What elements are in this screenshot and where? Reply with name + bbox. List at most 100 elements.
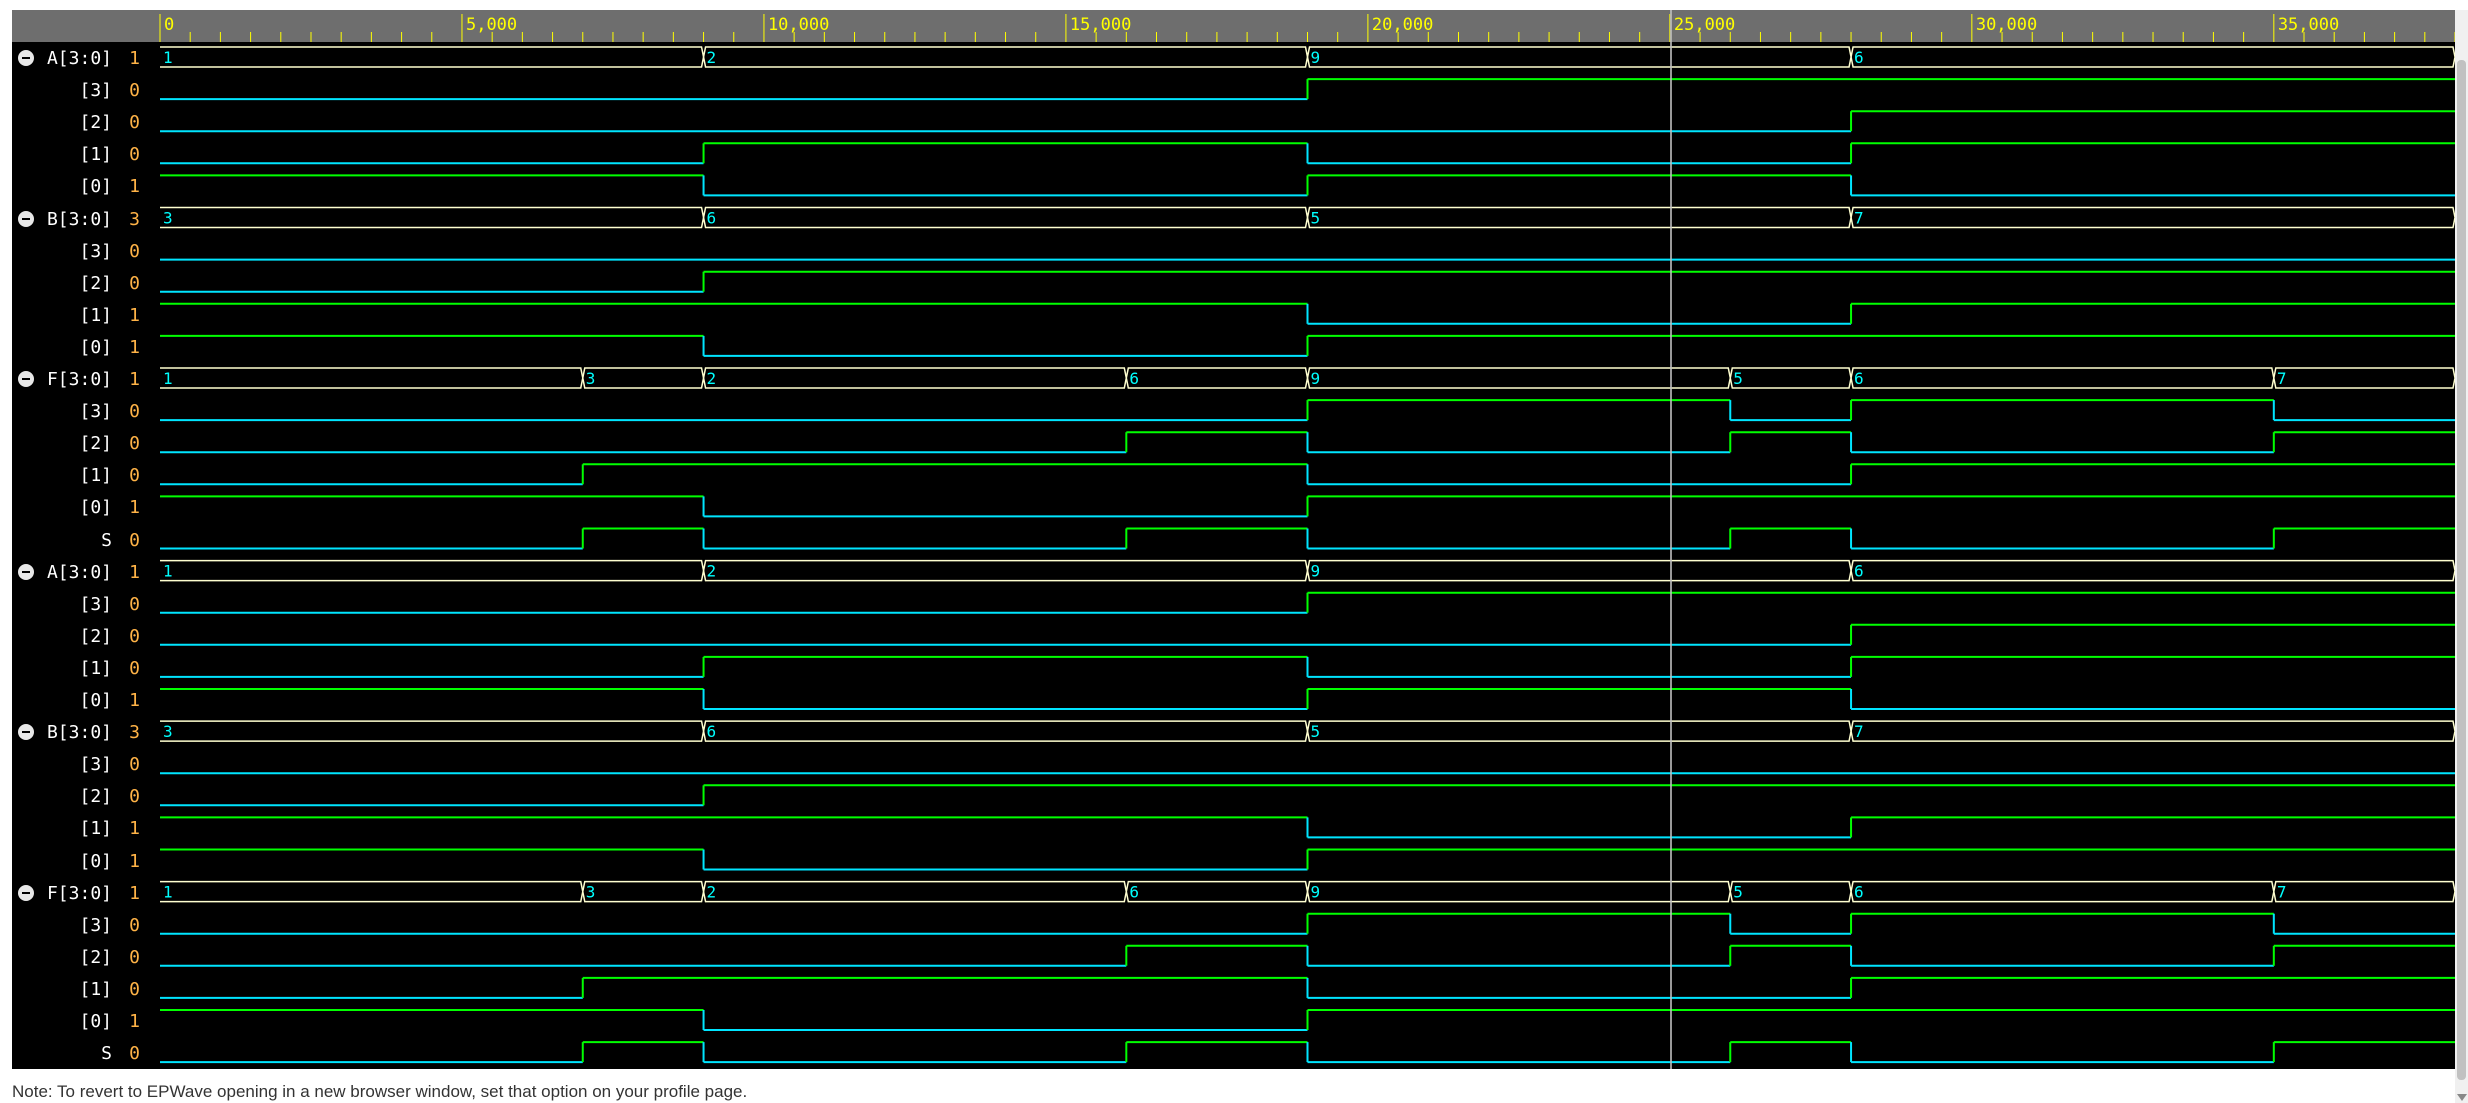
scrollbar-thumb[interactable] xyxy=(2457,60,2466,1080)
bus-value-label: 6 xyxy=(1854,369,1864,388)
signal-name: A[3:0] xyxy=(46,561,112,583)
time-ruler-axis: 0 5,000 10,000 15,000 20,000 25,000 30,000 35,0… xyxy=(159,14,2455,42)
signal-group-row[interactable]: A[3:0] 1 xyxy=(12,556,152,588)
signal-name: [0] xyxy=(79,497,112,519)
signal-row[interactable]: [2] 0 xyxy=(12,267,152,299)
signal-value: 0 xyxy=(129,529,140,551)
signal-row[interactable]: S0 xyxy=(12,524,152,556)
signal-value: 0 xyxy=(129,433,140,455)
bus-value-label: 1 xyxy=(163,48,173,67)
vertical-scrollbar[interactable] xyxy=(2455,10,2468,1103)
signal-row[interactable]: [0] 1 xyxy=(12,331,152,363)
signal-row[interactable]: [2] 0 xyxy=(12,106,152,138)
signal-group-row[interactable]: A[3:0] 1 xyxy=(12,42,152,74)
signal-row[interactable]: [3] 0 xyxy=(12,74,152,106)
signal-name: [2] xyxy=(79,433,112,455)
signal-name: [2] xyxy=(79,112,112,134)
signal-group-row[interactable]: B[3:0] 3 xyxy=(12,203,152,235)
waveform-canvas[interactable]: 1 2 9 63 6 5 71 3 2 6 9 5 6 71 2 9 63 6 5 71 3 2 6 9 5 6 7 xyxy=(160,42,2455,1069)
wave-row xyxy=(160,655,2455,678)
wave-row xyxy=(160,527,2455,550)
signal-row[interactable]: [0] 1 xyxy=(12,1005,152,1037)
signal-value: 1 xyxy=(129,850,140,872)
signal-row[interactable]: [0] 1 xyxy=(12,491,152,523)
wave-row xyxy=(160,1009,2455,1031)
signal-value: 0 xyxy=(129,978,140,1000)
signal-row[interactable]: [2] 0 xyxy=(12,941,152,973)
signal-name: B[3:0] xyxy=(46,208,112,230)
signal-row[interactable]: [1] 1 xyxy=(12,299,152,331)
ruler-label: 35,000 xyxy=(2278,15,2339,35)
signal-row[interactable]: [3] 0 xyxy=(12,588,152,620)
collapse-minus-icon[interactable] xyxy=(18,884,34,901)
wave-row: 1296 xyxy=(160,559,2455,582)
bus-value-label: 2 xyxy=(707,562,717,581)
signal-row[interactable]: [1] 0 xyxy=(12,652,152,684)
signal-row[interactable]: [0] 1 xyxy=(12,684,152,716)
bus-segment xyxy=(702,880,1128,903)
waveform-viewer[interactable]: 0 5,000 10,000 15,000 20,000 25,000 30,000 35,0… xyxy=(12,10,2455,1069)
signal-row[interactable]: [0] 1 xyxy=(12,170,152,202)
signal-value: 0 xyxy=(129,914,140,936)
signal-group-row[interactable]: F[3:0] 1 xyxy=(12,363,152,395)
signal-row[interactable]: [2] 0 xyxy=(12,780,152,812)
signal-name: [0] xyxy=(79,176,112,198)
bus-segment xyxy=(160,46,705,68)
signal-value: 0 xyxy=(129,593,140,615)
signal-row[interactable]: S0 xyxy=(12,1037,152,1069)
collapse-minus-icon[interactable] xyxy=(18,563,34,580)
time-ruler[interactable]: 0 5,000 10,000 15,000 20,000 25,000 30,000 35,0… xyxy=(12,10,2455,42)
wave-row xyxy=(160,495,2455,518)
signal-name: [1] xyxy=(79,657,112,679)
signal-row[interactable]: [3] 0 xyxy=(12,909,152,941)
signal-value: 1 xyxy=(129,561,140,583)
signal-row[interactable]: [1] 0 xyxy=(12,459,152,491)
collapse-minus-icon[interactable] xyxy=(18,210,34,227)
signal-value: 0 xyxy=(129,946,140,968)
collapse-minus-icon[interactable] xyxy=(18,724,34,741)
signal-row[interactable]: [3] 0 xyxy=(12,748,152,780)
signal-value: 0 xyxy=(129,401,140,423)
signal-row[interactable]: [3] 0 xyxy=(12,235,152,267)
signal-name: [3] xyxy=(79,754,112,776)
collapse-minus-icon[interactable] xyxy=(18,50,34,66)
bus-segment xyxy=(1125,880,1309,903)
signal-row[interactable]: [2] 0 xyxy=(12,620,152,652)
bus-segment xyxy=(582,367,705,389)
signal-value: 0 xyxy=(129,625,140,647)
signal-row[interactable]: [3] 0 xyxy=(12,395,152,427)
bus-segment xyxy=(702,559,1309,582)
bus-segment xyxy=(1306,206,1852,229)
signal-name: [0] xyxy=(79,690,112,711)
wave-row xyxy=(160,78,2455,101)
bus-value-label: 3 xyxy=(163,722,173,741)
scroll-down-arrow-icon[interactable] xyxy=(2457,1094,2467,1101)
wave-row: 3 6 5 7 xyxy=(160,206,2455,229)
signal-row[interactable]: [2] 0 xyxy=(12,427,152,459)
ruler-label: 10,000 xyxy=(768,15,829,35)
signal-row[interactable]: [1] 0 xyxy=(12,973,152,1005)
signal-value: 1 xyxy=(129,176,140,198)
signal-group-row[interactable]: B[3:0] 3 xyxy=(12,716,152,748)
wave-row xyxy=(160,110,2455,133)
bus-segment xyxy=(702,367,1128,389)
signal-row[interactable]: [0] 1 xyxy=(12,845,152,877)
signal-name: [1] xyxy=(79,818,112,840)
signal-name: F[3:0] xyxy=(46,882,112,904)
wave-row xyxy=(160,302,2455,325)
bus-value-label: 1 xyxy=(163,369,173,388)
signal-name: [3] xyxy=(79,914,112,936)
signal-row[interactable]: [1] 0 xyxy=(12,138,152,170)
signal-name: [1] xyxy=(79,304,112,326)
bus-segment xyxy=(160,880,584,903)
signal-group-row[interactable]: F[3:0] 1 xyxy=(12,877,152,909)
ruler-label: 25,000 xyxy=(1674,15,1735,35)
signal-row[interactable]: [1] 1 xyxy=(12,812,152,844)
collapse-minus-icon[interactable] xyxy=(18,371,34,387)
signal-name-panel: A[3:0] 1 [3] 0 [2] 0 [1] 0 [0] 1 B[3:0] 3 [3] 0 [2] 0 [1… xyxy=(12,42,152,1069)
bus-value-label: 3 xyxy=(163,209,173,228)
signal-value: 0 xyxy=(129,80,140,102)
bus-segment xyxy=(1850,46,2455,68)
wave-row: 1 3 2 6 9 5 6 7 xyxy=(160,367,2455,389)
time-cursor[interactable] xyxy=(1669,10,1672,1069)
